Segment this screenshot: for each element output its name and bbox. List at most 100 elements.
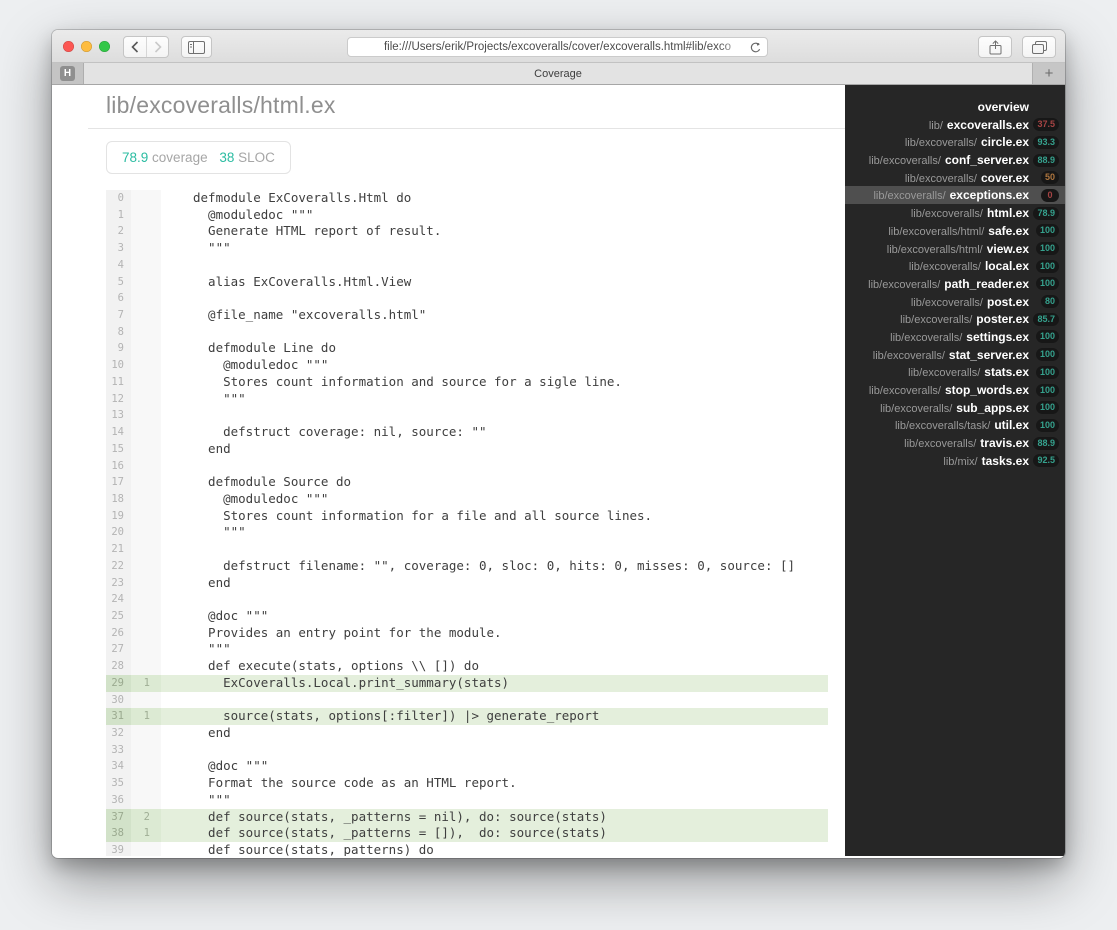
hit-count	[131, 424, 161, 441]
sidebar-item-file[interactable]: lib/excoveralls/stats.ex 100	[845, 363, 1065, 381]
line-number: 3	[106, 240, 131, 257]
code-line: 15 end	[106, 440, 828, 458]
code-line: 0 defmodule ExCoveralls.Html do	[106, 190, 828, 207]
code-line: 25 @doc """	[106, 607, 828, 625]
pinned-tab[interactable]: H	[52, 63, 84, 84]
line-number: 8	[106, 323, 131, 341]
sidebar-item-file[interactable]: lib/excoveralls/html/safe.ex 100	[845, 222, 1065, 240]
line-number: 35	[106, 775, 131, 792]
sloc-label: SLOC	[238, 150, 275, 165]
address-bar[interactable]: file:///Users/erik/Projects/excoveralls/…	[347, 37, 768, 57]
line-number: 6	[106, 290, 131, 308]
sidebar-item-file[interactable]: lib/excoveralls/html.ex 78.9	[845, 204, 1065, 222]
sidebar-item-file[interactable]: lib/excoveralls/travis.ex 88.9	[845, 434, 1065, 452]
sidebar-toggle-button[interactable]	[181, 36, 212, 58]
sidebar-item-file[interactable]: lib/excoveralls/post.ex 80	[845, 293, 1065, 311]
sidebar-item-file[interactable]: lib/excoveralls/path_reader.ex 100	[845, 275, 1065, 293]
forward-button[interactable]	[146, 37, 168, 57]
file-path: lib/	[928, 119, 943, 132]
source-code-text: Generate HTML report of result.	[193, 223, 442, 239]
sidebar-item-file[interactable]: lib/excoveralls/local.ex 100	[845, 257, 1065, 275]
reload-button[interactable]	[749, 41, 762, 54]
line-number: 12	[106, 390, 131, 408]
file-name: excoveralls.ex	[946, 117, 1029, 132]
minimize-window-button[interactable]	[81, 41, 92, 52]
coverage-percent-badge: 100	[1035, 224, 1059, 238]
line-number: 37	[106, 808, 131, 826]
code-line: 39 def source(stats, patterns) do	[106, 842, 828, 856]
page-header: lib/excoveralls/html.ex	[88, 85, 845, 129]
hit-count	[131, 474, 161, 491]
code-line: 18 @moduledoc """	[106, 490, 828, 508]
sidebar-item-file[interactable]: lib/mix/tasks.ex 92.5	[845, 452, 1065, 470]
code-line: 20 """	[106, 524, 828, 542]
browser-window: file:///Users/erik/Projects/excoveralls/…	[52, 30, 1065, 858]
file-path: lib/excoveralls/	[872, 349, 945, 362]
close-window-button[interactable]	[63, 41, 74, 52]
sidebar-item-file[interactable]: lib/excoveralls/conf_server.ex 88.9	[845, 151, 1065, 169]
sidebar-item-file[interactable]: lib/excoveralls/exceptions.ex 0	[845, 186, 1065, 205]
file-name: conf_server.ex	[944, 153, 1029, 168]
hit-count	[131, 524, 161, 542]
sidebar-item-file[interactable]: lib/excoveralls/stop_words.ex 100	[845, 381, 1065, 399]
sidebar-item-file[interactable]: lib/excoveralls/cover.ex 50	[845, 169, 1065, 187]
sidebar-item-file[interactable]: lib/excoveralls/html/view.ex 100	[845, 240, 1065, 258]
tab-overview-button[interactable]	[1022, 36, 1056, 58]
sidebar-item-file[interactable]: lib/excoveralls/stat_server.ex 100	[845, 346, 1065, 364]
chevron-right-icon	[154, 41, 162, 53]
coverage-percent-badge: 80	[1040, 295, 1059, 309]
share-button[interactable]	[978, 36, 1012, 58]
code-line: 19 Stores count information for a file a…	[106, 507, 828, 525]
sidebar-item-file[interactable]: lib/excoveralls/poster.ex 85.7	[845, 310, 1065, 328]
code-line: 17 defmodule Source do	[106, 474, 828, 491]
sidebar-item-file[interactable]: lib/excoveralls/task/util.ex 100	[845, 416, 1065, 434]
source-code-text	[161, 591, 828, 608]
sidebar-item-file[interactable]: lib/excoveralls/sub_apps.ex 100	[845, 399, 1065, 417]
file-name: stats.ex	[984, 365, 1029, 380]
hit-count	[131, 842, 161, 856]
coverage-percent-badge: 85.7	[1033, 312, 1059, 326]
file-path: lib/excoveralls/html/	[886, 243, 983, 256]
sidebar-item-file[interactable]: lib/excoveralls.ex 37.5	[845, 116, 1065, 134]
sidebar-item-overview[interactable]: overview	[845, 98, 1065, 116]
code-line: 1 @moduledoc """	[106, 206, 828, 224]
file-path: lib/excoveralls/	[868, 155, 941, 168]
source-code-text: @moduledoc """	[193, 357, 329, 373]
line-number: 24	[106, 591, 131, 608]
code-line: 5 alias ExCoveralls.Html.View	[106, 273, 828, 291]
source-code-text: """	[193, 240, 231, 256]
sloc-value: 38	[219, 150, 235, 165]
source-code-text	[161, 742, 828, 759]
tab-coverage[interactable]: Coverage	[84, 63, 1032, 84]
file-path: lib/excoveralls/	[908, 261, 981, 274]
hit-count	[131, 390, 161, 408]
code-line: 3 """	[106, 240, 828, 257]
new-tab-button[interactable]: +	[1032, 63, 1065, 84]
source-code-text: """	[193, 390, 246, 406]
source-code-text: Provides an entry point for the module.	[193, 624, 502, 640]
line-number: 30	[106, 691, 131, 709]
source-code-text: @file_name "excoveralls.html"	[193, 307, 427, 323]
source-code-listing: 0 defmodule ExCoveralls.Html do 1 @moduled…	[106, 190, 828, 856]
history-nav-group	[123, 36, 169, 58]
code-line: 26 Provides an entry point for the modul…	[106, 624, 828, 642]
zoom-window-button[interactable]	[99, 41, 110, 52]
coverage-percent-badge: 100	[1035, 365, 1059, 379]
file-name: post.ex	[986, 294, 1029, 309]
browser-toolbar: file:///Users/erik/Projects/excoveralls/…	[52, 30, 1065, 63]
coverage-percent-badge: 100	[1035, 348, 1059, 362]
sidebar-item-file[interactable]: lib/excoveralls/circle.ex 93.3	[845, 133, 1065, 151]
code-line: 33	[106, 741, 828, 759]
line-number: 21	[106, 541, 131, 558]
coverage-report-main: lib/excoveralls/html.ex 78.9 coverage 38…	[52, 85, 845, 856]
back-button[interactable]	[124, 37, 146, 57]
hit-count	[131, 407, 161, 425]
hit-count: 1	[131, 825, 161, 843]
source-code-text: defmodule Source do	[193, 474, 352, 490]
code-line: 11 Stores count information and source f…	[106, 373, 828, 391]
code-line: 23 end	[106, 574, 828, 592]
hit-count	[131, 791, 161, 809]
file-name: path_reader.ex	[944, 276, 1029, 291]
page-content: lib/excoveralls/html.ex 78.9 coverage 38…	[52, 85, 1065, 856]
sidebar-item-file[interactable]: lib/excoveralls/settings.ex 100	[845, 328, 1065, 346]
